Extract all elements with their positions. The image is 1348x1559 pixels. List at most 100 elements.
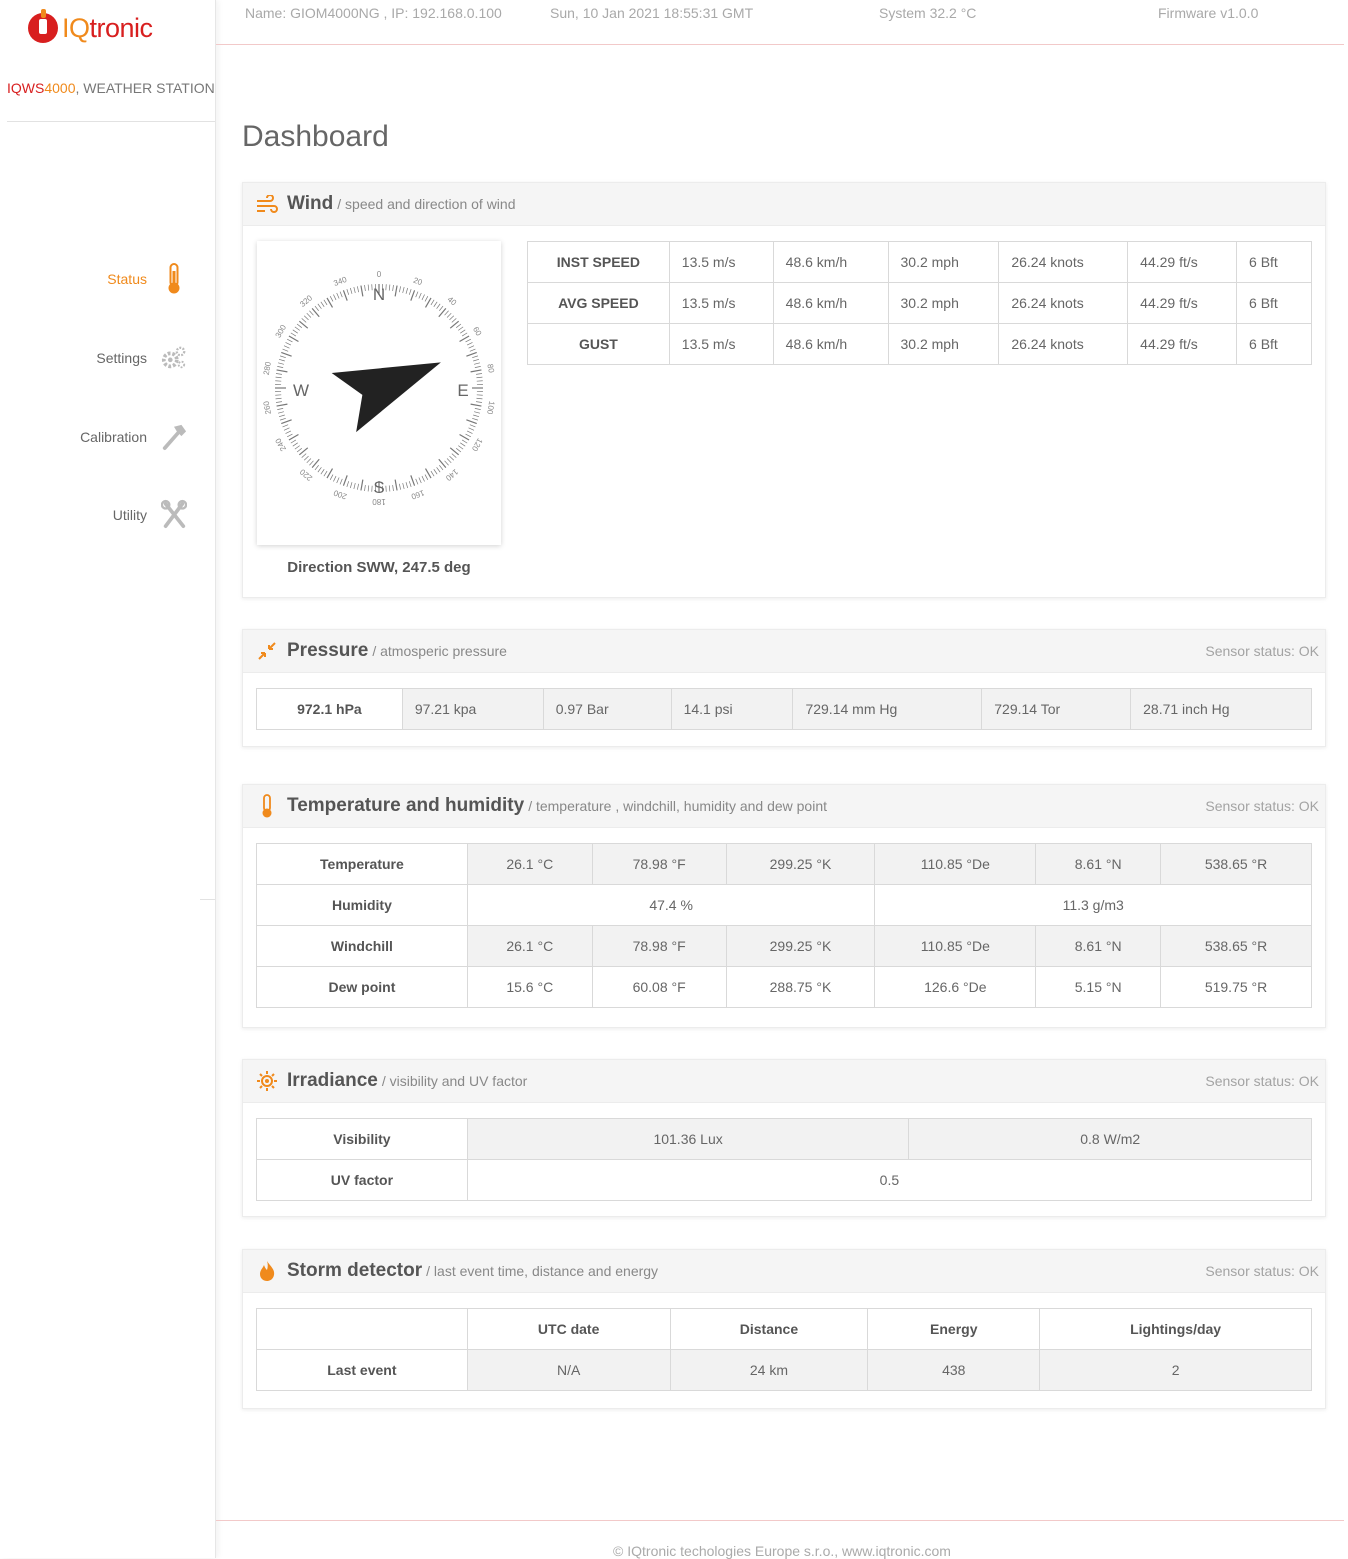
panel-subtitle: / atmosperic pressure (372, 643, 507, 659)
datetime: Sun, 10 Jan 2021 18:55:31 GMT (550, 5, 753, 21)
wind-value: 26.24 knots (999, 324, 1128, 365)
compass-tick (330, 296, 333, 301)
nav-item-status[interactable]: Status (107, 262, 187, 296)
compass-tick (279, 359, 285, 361)
temperature-value: 299.25 °K (726, 926, 875, 967)
thermometer-icon (161, 262, 187, 296)
sensor-status: Sensor status: OK (1205, 798, 1319, 814)
compass-tick (302, 318, 306, 322)
compass-tick (350, 482, 352, 488)
compass-tick (452, 454, 456, 458)
wind-panel: Wind / speed and direction of wind 02040… (242, 182, 1326, 598)
compass-tick (330, 475, 333, 480)
row-label: Windchill (257, 926, 468, 967)
storm-panel: Storm detector / last event time, distan… (242, 1249, 1326, 1409)
compass-tick (422, 295, 425, 300)
column-header: Lightings/day (1040, 1309, 1312, 1350)
compass-tick (474, 363, 480, 364)
nav-item-utility[interactable]: Utility (113, 498, 187, 532)
firmware-version: Firmware v1.0.0 (1158, 5, 1258, 21)
logo[interactable]: IQtronic (28, 8, 153, 48)
compass-tick (277, 408, 283, 409)
compress-arrows-icon (253, 637, 281, 665)
compass-tick (277, 370, 288, 372)
logo-text: IQtronic (62, 13, 153, 44)
temperature-value: 519.75 °R (1161, 967, 1312, 1008)
compass-tick (425, 475, 428, 480)
nav-item-settings[interactable]: Settings (96, 341, 187, 375)
compass-tick (337, 293, 339, 298)
product-name: IQWS4000, WEATHER STATION (7, 80, 215, 96)
thermometer-icon (253, 792, 281, 820)
column-header: UTC date (467, 1309, 670, 1350)
compass-tick (365, 485, 366, 491)
compass-tick (473, 359, 479, 361)
column-header: Energy (868, 1309, 1040, 1350)
system-temp: System 32.2 °C (879, 5, 976, 21)
compass-tick (475, 366, 481, 367)
compass-tick-label: 160 (409, 488, 425, 501)
compass-tick (467, 431, 472, 434)
compass-n: N (373, 285, 385, 304)
table-header-row: UTC date Distance Energy Lightings/day (257, 1309, 1312, 1350)
compass-tick (399, 286, 400, 292)
compass-tick (411, 290, 415, 300)
compass-tick (431, 471, 434, 476)
compass-tick (287, 339, 292, 342)
compass-tick (293, 330, 298, 333)
compass-tick (431, 300, 434, 305)
compass-tick (343, 290, 347, 300)
compass-tick (471, 370, 482, 372)
nav-item-calibration[interactable]: Calibration (80, 420, 187, 454)
compass-tick-label: 260 (262, 400, 273, 415)
compass-tick (445, 311, 449, 315)
compass-tick-label: 80 (485, 363, 496, 374)
compass-e: E (457, 381, 468, 400)
compass-tick (291, 333, 296, 336)
wind-value: 44.29 ft/s (1128, 324, 1237, 365)
temperature-table: Temperature26.1 °C78.98 °F299.25 °K110.8… (256, 843, 1312, 1008)
row-label: UV factor (257, 1160, 468, 1201)
wind-value: 30.2 mph (888, 324, 999, 365)
logo-icon (28, 13, 58, 43)
compass-tick (445, 461, 449, 465)
table-row: 972.1 hPa97.21 kpa0.97 Bar14.1 psi729.14… (257, 689, 1312, 730)
compass-tick (321, 302, 324, 307)
compass-tick (474, 412, 480, 413)
compass-tick (447, 458, 451, 462)
tools-icon (161, 498, 187, 532)
panel-title: Pressure (287, 640, 368, 662)
compass-tick (307, 458, 311, 462)
pressure-hpa-value: 972.1 hPa (257, 689, 403, 730)
table-row: Humidity47.4 %11.3 g/m3 (257, 885, 1312, 926)
temperature-value: 299.25 °K (726, 844, 875, 885)
panel-header: Pressure / atmosperic pressure Sensor st… (243, 630, 1325, 673)
compass-tick (409, 289, 411, 295)
wind-value: 6 Bft (1237, 242, 1312, 283)
compass-tick (476, 377, 482, 378)
compass-tick (318, 467, 322, 472)
compass-tick (395, 480, 397, 491)
temperature-value: 538.65 °R (1161, 926, 1312, 967)
utc-date-value: N/A (467, 1350, 670, 1391)
compass-tick (466, 434, 471, 437)
compass-tick (411, 475, 415, 485)
compass-tick (340, 292, 342, 298)
row-label: GUST (528, 324, 670, 365)
device-name: Name: GIOM4000NG , IP: 192.168.0.100 (245, 5, 502, 21)
compass-tick-label: 220 (298, 467, 314, 483)
compass-tick (462, 440, 467, 443)
compass-tick (309, 461, 313, 465)
irradiance-table: Visibility 101.36 Lux 0.8 W/m2 UV factor… (256, 1118, 1312, 1201)
compass-tick (406, 288, 408, 294)
wind-value: 30.2 mph (888, 242, 999, 283)
temperature-value: 26.1 °C (467, 844, 592, 885)
table-row: Dew point15.6 °C60.08 °F288.75 °K126.6 °… (257, 967, 1312, 1008)
compass-tick (354, 287, 355, 293)
lightings-value: 2 (1040, 1350, 1312, 1391)
compass-tick (466, 352, 476, 356)
wind-icon (253, 190, 281, 218)
compass-tick (437, 304, 441, 309)
table-row: Windchill26.1 °C78.98 °F299.25 °K110.85 … (257, 926, 1312, 967)
compass-tick (439, 465, 443, 470)
